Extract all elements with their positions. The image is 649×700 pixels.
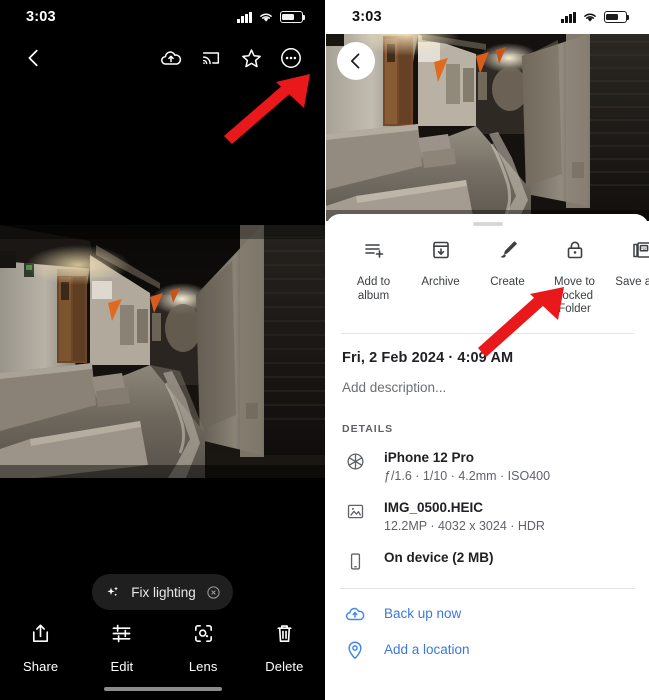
svg-text:PDF: PDF: [640, 247, 648, 251]
status-bar-left: 3:03: [0, 0, 325, 34]
move-to-locked-folder-label: Move to Locked Folder: [554, 276, 595, 315]
location-pin-icon: [344, 639, 366, 661]
edit-sliders-icon: [110, 622, 133, 650]
photo-viewer-toolbar: [0, 38, 325, 78]
close-circle-icon[interactable]: [206, 585, 221, 600]
image-icon: [344, 499, 366, 522]
create-brush-icon: [496, 238, 520, 267]
detail-row-camera[interactable]: iPhone 12 Pro ƒ/1.6 · 1/10 · 4.2mm · ISO…: [326, 435, 649, 485]
delete-label: Delete: [265, 659, 304, 674]
add-to-album-icon: [362, 238, 386, 267]
add-to-album-action[interactable]: Add to album: [340, 238, 407, 317]
add-location-link[interactable]: Add a location: [326, 625, 649, 661]
share-icon: [29, 622, 52, 650]
back-button[interactable]: [337, 42, 375, 80]
back-up-now-link[interactable]: Back up now: [326, 589, 649, 625]
battery-icon: [280, 11, 306, 23]
archive-action[interactable]: Archive: [407, 238, 474, 317]
lens-icon: [192, 622, 215, 650]
add-location-label: Add a location: [384, 642, 470, 657]
file-name: IMG_0500.HEIC: [384, 499, 484, 515]
star-icon[interactable]: [231, 38, 271, 78]
save-as-pdf-action[interactable]: PDF Save as P: [608, 238, 649, 317]
suggestion-chip-row: Fix lighting: [0, 574, 325, 610]
status-indicators: [561, 11, 630, 23]
camera-aperture-icon: [344, 449, 366, 472]
home-indicator-left: [103, 686, 222, 691]
storage-status: On device (2 MB): [384, 549, 494, 565]
share-button[interactable]: Share: [0, 622, 81, 674]
file-specs: 12.2MP · 4032 x 3024 · HDR: [384, 518, 545, 533]
detail-text: iPhone 12 Pro ƒ/1.6 · 1/10 · 4.2mm · ISO…: [384, 449, 633, 485]
wifi-icon: [584, 13, 596, 22]
camera-model: iPhone 12 Pro: [384, 449, 475, 465]
camera-exif: ƒ/1.6 · 1/10 · 4.2mm · ISO400: [384, 468, 551, 483]
details-section-header: DETAILS: [342, 422, 394, 435]
status-bar-right: 3:03: [326, 0, 649, 34]
photo-datetime: Fri, 2 Feb 2024 · 4:09 AM: [342, 349, 514, 366]
back-chevron-icon[interactable]: [14, 38, 54, 78]
lens-label: Lens: [188, 659, 218, 674]
trash-icon: [273, 622, 296, 650]
more-options-icon: [281, 48, 301, 68]
left-phone-screen: 3:03 Fix lighting Share Edit Lens Delete: [0, 0, 325, 700]
create-label: Create: [490, 276, 525, 288]
back-chevron-icon: [350, 53, 360, 69]
battery-icon: [604, 11, 630, 23]
add-to-album-label: Add to album: [356, 276, 391, 302]
lens-button[interactable]: Lens: [163, 622, 244, 674]
right-phone-screen: 3:03 Add to album Archive Create Move to…: [325, 0, 649, 700]
status-time: 3:03: [26, 9, 56, 25]
fix-lighting-chip[interactable]: Fix lighting: [92, 574, 233, 610]
cloud-upload-icon: [344, 603, 366, 625]
lock-icon: [563, 238, 587, 267]
detail-row-storage[interactable]: On device (2 MB): [326, 535, 649, 572]
dual-screenshot-container: 3:03 Fix lighting Share Edit Lens Delete…: [0, 0, 649, 700]
phone-icon: [344, 549, 366, 572]
archive-label: Archive: [421, 276, 460, 288]
share-label: Share: [23, 659, 59, 674]
cellular-bars-icon: [237, 11, 252, 23]
sheet-action-row: Add to album Archive Create Move to Lock…: [326, 226, 649, 321]
description-input[interactable]: Add description...: [326, 366, 649, 395]
cellular-bars-icon: [561, 11, 576, 23]
create-action[interactable]: Create: [474, 238, 541, 317]
photo-action-bar: Share Edit Lens Delete: [0, 622, 325, 674]
more-options-button[interactable]: [271, 38, 311, 78]
wifi-icon: [260, 13, 272, 22]
status-time: 3:03: [352, 9, 382, 25]
arrow-to-more-options: [224, 74, 310, 144]
status-indicators: [237, 11, 306, 23]
edit-button[interactable]: Edit: [81, 622, 162, 674]
night-alleyway-photo: [0, 225, 325, 478]
detail-text: On device (2 MB): [384, 549, 633, 566]
cloud-backup-icon[interactable]: [151, 38, 191, 78]
detail-row-file[interactable]: IMG_0500.HEIC 12.2MP · 4032 x 3024 · HDR: [326, 485, 649, 535]
photo-preview-left[interactable]: [0, 225, 325, 478]
back-up-now-label: Back up now: [384, 606, 462, 621]
delete-button[interactable]: Delete: [244, 622, 325, 674]
archive-icon: [429, 238, 453, 267]
photo-info-sheet: Add to album Archive Create Move to Lock…: [326, 214, 649, 700]
sparkle-icon: [105, 584, 121, 600]
cast-icon[interactable]: [191, 38, 231, 78]
save-as-pdf-label: Save as P: [615, 276, 649, 288]
edit-label: Edit: [110, 659, 134, 674]
fix-lighting-chip-label: Fix lighting: [131, 584, 196, 600]
detail-text: IMG_0500.HEIC 12.2MP · 4032 x 3024 · HDR: [384, 499, 633, 535]
save-as-pdf-icon: PDF: [630, 238, 649, 267]
move-to-locked-folder-action[interactable]: Move to Locked Folder: [541, 238, 608, 317]
